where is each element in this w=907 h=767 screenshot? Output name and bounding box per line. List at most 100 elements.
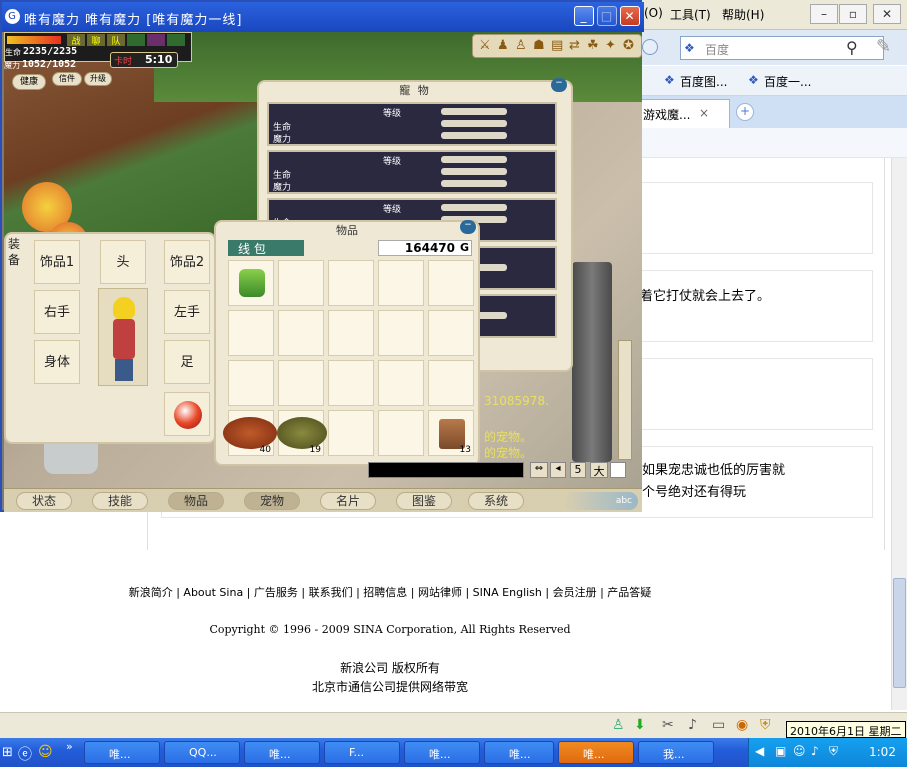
accessory1-slot[interactable]: 饰品1 — [34, 240, 80, 284]
menu-help[interactable]: 帮助(H) — [722, 6, 764, 23]
inventory-slot[interactable] — [228, 360, 274, 406]
inventory-slot[interactable] — [428, 310, 474, 356]
scrollbar-thumb[interactable] — [893, 578, 906, 688]
head-slot[interactable]: 头 — [100, 240, 146, 284]
task-item[interactable]: F... — [324, 741, 400, 764]
pen-icon[interactable]: ✎ — [876, 36, 891, 57]
body-slot[interactable]: 身体 — [34, 340, 80, 384]
chat-range-value[interactable]: 5 — [570, 462, 586, 478]
foot-slot[interactable]: 足 — [164, 340, 210, 384]
eye-icon[interactable]: ◉ — [736, 717, 748, 733]
card-icon[interactable]: ▤ — [551, 38, 563, 53]
task-item[interactable]: 唯... — [404, 741, 480, 764]
inventory-slot[interactable]: 13 — [428, 410, 474, 456]
inventory-slot[interactable] — [228, 310, 274, 356]
page-scrollbar[interactable] — [891, 158, 907, 710]
search-icon[interactable]: ⚲ — [846, 38, 858, 57]
hud-btn-green2[interactable] — [167, 34, 185, 46]
nav-codex[interactable]: 图鉴 — [396, 492, 452, 510]
left-hand-slot[interactable]: 左手 — [164, 290, 210, 334]
hud-btn-green[interactable] — [127, 34, 145, 46]
inventory-slot[interactable] — [378, 360, 424, 406]
task-item[interactable]: 唯... — [244, 741, 320, 764]
inventory-slot[interactable] — [328, 260, 374, 306]
nav-system[interactable]: 系统 — [468, 492, 524, 510]
person-icon[interactable]: ♙ — [612, 717, 625, 733]
inventory-slot[interactable] — [278, 260, 324, 306]
hud-btn-team[interactable]: 队 — [107, 34, 125, 47]
health-button[interactable]: 健康 — [12, 74, 46, 90]
forward-icon[interactable] — [642, 39, 658, 55]
person-icon[interactable]: ♟ — [497, 38, 509, 53]
inventory-slot[interactable] — [328, 310, 374, 356]
inventory-slot[interactable] — [378, 310, 424, 356]
tab-active[interactable]: 游戏魔... × — [640, 99, 730, 128]
nav-skills[interactable]: 技能 — [92, 492, 148, 510]
nav-card[interactable]: 名片 — [320, 492, 376, 510]
task-item[interactable]: 我... — [638, 741, 714, 764]
hud-btn-chat[interactable]: 聊 — [87, 34, 105, 47]
accessory2-slot[interactable]: 饰品2 — [164, 240, 210, 284]
party-icon[interactable]: ♙ — [515, 38, 527, 53]
chat-range-icon[interactable]: ◂ — [550, 462, 566, 478]
inventory-slot[interactable] — [278, 310, 324, 356]
trade-icon[interactable]: ⇄ — [569, 38, 580, 53]
game-viewport[interactable]: 战 聊 队 生命 2235/2235 魔力 1052/1052 卡时 5:10 … — [4, 32, 642, 512]
inventory-slot[interactable] — [278, 360, 324, 406]
inventory-slot[interactable] — [228, 260, 274, 306]
close-button[interactable]: ✕ — [620, 6, 640, 26]
network-icon[interactable]: ▣ — [775, 744, 786, 758]
task-item[interactable]: 唯... — [484, 741, 554, 764]
menu-tools[interactable]: 工具(T) — [670, 6, 711, 23]
desktop-icon[interactable]: ⊞ — [2, 745, 13, 760]
maximize-button[interactable]: ▫ — [839, 4, 867, 24]
window-icon[interactable]: ▭ — [712, 717, 725, 733]
pet-row[interactable]: 等级 生命 魔力 — [267, 150, 557, 194]
inventory-slot[interactable]: 19 — [277, 410, 327, 456]
mail-button[interactable]: 信件 — [52, 72, 82, 86]
qq-tray-icon[interactable]: ☺ — [793, 744, 806, 758]
inventory-slot[interactable] — [328, 360, 374, 406]
minimize-button[interactable]: _ — [574, 6, 594, 26]
right-hand-slot[interactable]: 右手 — [34, 290, 80, 334]
inventory-slot[interactable]: 40 — [223, 410, 277, 456]
close-button[interactable]: ✕ — [873, 4, 901, 24]
task-item[interactable]: QQ... — [164, 741, 240, 764]
group-icon[interactable]: ☗ — [533, 38, 545, 53]
qq-icon[interactable]: ☺ — [38, 744, 53, 760]
hud-btn-purple[interactable] — [147, 34, 165, 46]
antivirus-icon[interactable]: ⛨ — [829, 744, 838, 759]
nav-pets[interactable]: 宠物 — [244, 492, 300, 510]
shield-icon[interactable]: ⛨ — [760, 717, 771, 733]
maximize-button[interactable]: □ — [597, 6, 617, 26]
task-item-active[interactable]: 唯... — [558, 741, 634, 764]
inventory-slot[interactable] — [428, 260, 474, 306]
nav-items[interactable]: 物品 — [168, 492, 224, 510]
compass-icon[interactable]: ✪ — [623, 38, 634, 53]
close-icon[interactable]: × — [699, 106, 709, 120]
levelup-button[interactable]: 升级 — [84, 72, 112, 86]
collapse-icon[interactable]: − — [460, 220, 476, 234]
crystal-slot[interactable] — [164, 392, 210, 436]
chat-input[interactable] — [368, 462, 524, 478]
chat-toggle[interactable] — [610, 462, 626, 478]
inventory-slot[interactable] — [378, 260, 424, 306]
tray-icon[interactable]: ◀ — [755, 744, 764, 758]
menu-view[interactable]: (O) — [644, 6, 663, 20]
nav-status[interactable]: 状态 — [16, 492, 72, 510]
favorite-item[interactable]: 百度一... — [764, 73, 811, 90]
footer-links[interactable]: 新浪简介 | About Sina | 广告服务 | 联系我们 | 招聘信息 |… — [0, 584, 830, 600]
volume-icon[interactable]: ♪ — [688, 717, 697, 733]
chat-scrollbar[interactable] — [618, 340, 632, 460]
hud-btn-battle[interactable]: 战 — [67, 34, 85, 47]
new-tab-button[interactable]: + — [736, 103, 754, 121]
equip-tab-label[interactable]: 装备 — [8, 236, 22, 268]
settings-icon[interactable]: ✂ — [662, 717, 674, 733]
collapse-icon[interactable]: − — [551, 78, 567, 92]
clock[interactable]: 1:02 — [869, 745, 896, 759]
more-icon[interactable]: » — [66, 740, 73, 753]
download-icon[interactable]: ⬇ — [634, 717, 646, 733]
volume-icon[interactable]: ♪ — [811, 744, 819, 758]
attack-icon[interactable]: ⚔ — [479, 38, 491, 53]
pet-icon[interactable]: ☘ — [587, 38, 599, 53]
